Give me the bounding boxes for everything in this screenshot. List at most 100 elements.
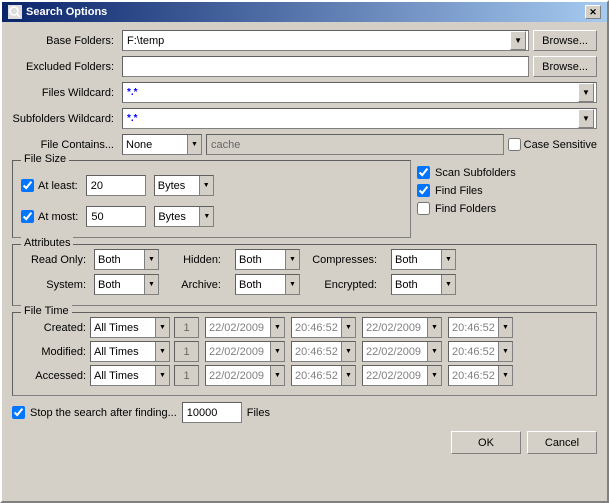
stop-after-checkbox[interactable]: [12, 406, 25, 419]
compresses-combo[interactable]: Both ▼: [391, 249, 456, 270]
case-sensitive-label: Case Sensitive: [524, 139, 597, 151]
created-day-input[interactable]: [174, 317, 199, 338]
accessed-option: All Times: [91, 370, 155, 382]
excluded-folders-input[interactable]: [122, 56, 529, 77]
accessed-date1-combo[interactable]: 22/02/2009 ▼: [205, 365, 285, 386]
created-time1-arrow[interactable]: ▼: [341, 318, 355, 337]
at-least-checkbox[interactable]: [21, 179, 34, 192]
compresses-arrow[interactable]: ▼: [441, 250, 455, 269]
scan-subfolders-checkbox[interactable]: [417, 166, 430, 179]
created-date2-arrow[interactable]: ▼: [427, 318, 441, 337]
accessed-combo[interactable]: All Times ▼: [90, 365, 170, 386]
created-combo[interactable]: All Times ▼: [90, 317, 170, 338]
file-size-section: File Size At least: Bytes ▼ At most: Byt: [12, 160, 411, 238]
accessed-date1-arrow[interactable]: ▼: [270, 366, 284, 385]
hidden-arrow[interactable]: ▼: [285, 250, 299, 269]
compresses-value: Both: [392, 254, 441, 266]
base-folders-arrow[interactable]: ▼: [510, 31, 526, 50]
modified-combo-arrow[interactable]: ▼: [155, 342, 169, 361]
created-date2-combo[interactable]: 22/02/2009 ▼: [362, 317, 442, 338]
excluded-folders-browse[interactable]: Browse...: [533, 56, 597, 77]
system-arrow[interactable]: ▼: [144, 275, 158, 294]
modified-day-input[interactable]: [174, 341, 199, 362]
case-sensitive-checkbox[interactable]: [508, 138, 521, 151]
created-date1-arrow[interactable]: ▼: [270, 318, 284, 337]
modified-time2: 20:46:52: [449, 346, 498, 358]
cancel-button[interactable]: Cancel: [527, 431, 597, 454]
modified-date1-combo[interactable]: 22/02/2009 ▼: [205, 341, 285, 362]
modified-time1-combo[interactable]: 20:46:52 ▼: [291, 341, 356, 362]
accessed-time2: 20:46:52: [449, 370, 498, 382]
encrypted-combo[interactable]: Both ▼: [391, 274, 456, 295]
title-bar-left: Search Options: [8, 5, 107, 19]
at-most-unit-combo[interactable]: Bytes ▼: [154, 206, 214, 227]
subfolders-wildcard-arrow[interactable]: ▼: [578, 109, 594, 128]
accessed-date1: 22/02/2009: [206, 370, 270, 382]
created-time2-combo[interactable]: 20:46:52 ▼: [448, 317, 513, 338]
archive-combo[interactable]: Both ▼: [235, 274, 300, 295]
at-most-unit-arrow[interactable]: ▼: [199, 207, 213, 226]
file-contains-combo[interactable]: None ▼: [122, 134, 202, 155]
read-only-combo[interactable]: Both ▼: [94, 249, 159, 270]
at-most-checkbox[interactable]: [21, 210, 34, 223]
file-contains-combo-arrow[interactable]: ▼: [187, 135, 201, 154]
files-wildcard-combo[interactable]: *.* ▼: [122, 82, 597, 103]
accessed-day-input[interactable]: [174, 365, 199, 386]
accessed-date2-combo[interactable]: 22/02/2009 ▼: [362, 365, 442, 386]
modified-time1-arrow[interactable]: ▼: [341, 342, 355, 361]
base-folders-input-group: F:\temp ▼ Browse...: [122, 30, 597, 51]
accessed-time2-combo[interactable]: 20:46:52 ▼: [448, 365, 513, 386]
hidden-combo[interactable]: Both ▼: [235, 249, 300, 270]
modified-date2-combo[interactable]: 22/02/2009 ▼: [362, 341, 442, 362]
encrypted-label: Encrypted:: [308, 279, 383, 291]
accessed-time2-arrow[interactable]: ▼: [498, 366, 512, 385]
archive-arrow[interactable]: ▼: [285, 275, 299, 294]
close-button[interactable]: ✕: [585, 5, 601, 19]
find-folders-checkbox[interactable]: [417, 202, 430, 215]
at-least-input[interactable]: [86, 175, 146, 196]
at-most-row: At most: Bytes ▼: [21, 206, 402, 227]
created-date1-combo[interactable]: 22/02/2009 ▼: [205, 317, 285, 338]
modified-date1-arrow[interactable]: ▼: [270, 342, 284, 361]
base-folders-combo[interactable]: F:\temp ▼: [122, 30, 529, 51]
modified-time2-combo[interactable]: 20:46:52 ▼: [448, 341, 513, 362]
encrypted-arrow[interactable]: ▼: [441, 275, 455, 294]
find-files-item: Find Files: [417, 184, 597, 197]
accessed-date2-arrow[interactable]: ▼: [427, 366, 441, 385]
read-only-arrow[interactable]: ▼: [144, 250, 158, 269]
base-folders-browse[interactable]: Browse...: [533, 30, 597, 51]
attributes-title: Attributes: [21, 237, 73, 249]
modified-row: Modified: All Times ▼ 22/02/2009 ▼ 20:46…: [21, 341, 588, 362]
stop-after-input[interactable]: [182, 402, 242, 423]
created-time2-arrow[interactable]: ▼: [498, 318, 512, 337]
subfolders-wildcard-combo[interactable]: *.* ▼: [122, 108, 597, 129]
created-date1: 22/02/2009: [206, 322, 270, 334]
bottom-bar: Stop the search after finding... Files: [12, 402, 597, 423]
ok-button[interactable]: OK: [451, 431, 521, 454]
modified-combo[interactable]: All Times ▼: [90, 341, 170, 362]
at-most-input[interactable]: [86, 206, 146, 227]
find-files-label: Find Files: [435, 185, 483, 197]
subfolders-wildcard-row: Subfolders Wildcard: *.* ▼: [12, 108, 597, 129]
modified-time2-arrow[interactable]: ▼: [498, 342, 512, 361]
accessed-time1-arrow[interactable]: ▼: [341, 366, 355, 385]
hidden-value: Both: [236, 254, 285, 266]
accessed-time1: 20:46:52: [292, 370, 341, 382]
stop-after-label: Stop the search after finding...: [30, 407, 177, 419]
at-least-unit-combo[interactable]: Bytes ▼: [154, 175, 214, 196]
file-contains-text-input[interactable]: [206, 134, 504, 155]
modified-time1: 20:46:52: [292, 346, 341, 358]
attributes-section: Attributes Read Only: Both ▼ Hidden: Bot…: [12, 244, 597, 306]
system-combo[interactable]: Both ▼: [94, 274, 159, 295]
base-folders-label: Base Folders:: [12, 35, 122, 47]
created-combo-arrow[interactable]: ▼: [155, 318, 169, 337]
find-files-checkbox[interactable]: [417, 184, 430, 197]
created-time2: 20:46:52: [449, 322, 498, 334]
at-most-label: At most:: [38, 211, 78, 223]
created-time1-combo[interactable]: 20:46:52 ▼: [291, 317, 356, 338]
modified-date2-arrow[interactable]: ▼: [427, 342, 441, 361]
at-least-unit-arrow[interactable]: ▼: [199, 176, 213, 195]
accessed-time1-combo[interactable]: 20:46:52 ▼: [291, 365, 356, 386]
files-wildcard-arrow[interactable]: ▼: [578, 83, 594, 102]
accessed-combo-arrow[interactable]: ▼: [155, 366, 169, 385]
